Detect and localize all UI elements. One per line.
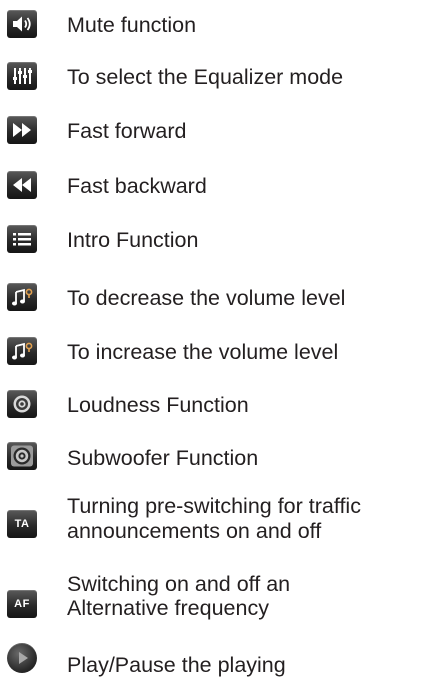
- item-label: Loudness Function: [67, 393, 249, 417]
- speaker-volume-icon: [7, 10, 37, 38]
- fast-forward-icon: [7, 116, 37, 144]
- af-badge-icon: AF: [7, 590, 37, 618]
- list-item: TA Turning pre-switching for traffic ann…: [0, 495, 432, 553]
- subwoofer-speaker-icon: [7, 442, 37, 470]
- item-label: Play/Pause the playing: [67, 653, 286, 677]
- music-note-volume-down-icon: [7, 283, 37, 311]
- list-item: Fast backward: [0, 169, 432, 201]
- music-note-volume-up-icon: [7, 337, 37, 365]
- item-label-line-1: Turning pre-switching for traffic: [67, 494, 361, 518]
- item-label-line-1: Switching on and off an: [67, 572, 291, 596]
- item-label: Subwoofer Function: [67, 446, 259, 470]
- item-label-line-2: announcements on and off: [67, 519, 322, 543]
- list-item: Intro Function: [0, 223, 432, 255]
- item-label: Intro Function: [67, 228, 199, 252]
- play-pause-icon: [7, 643, 37, 673]
- loudness-circle-icon: [7, 390, 37, 418]
- item-label: To select the Equalizer mode: [67, 65, 344, 89]
- list-item: To increase the volume level: [0, 335, 432, 367]
- equalizer-sliders-icon: [7, 62, 37, 90]
- list-item: Play/Pause the playing: [0, 643, 432, 681]
- list-icon: [7, 225, 37, 253]
- list-item: AF Switching on and off an Alternative f…: [0, 572, 432, 633]
- list-item: To select the Equalizer mode: [0, 60, 432, 92]
- list-item: Mute function: [0, 8, 432, 40]
- item-label-line-2: Alternative frequency: [67, 596, 269, 620]
- item-label: Mute function: [67, 13, 197, 37]
- item-label: To decrease the volume level: [67, 286, 346, 310]
- list-item: Subwoofer Function: [0, 441, 432, 473]
- list-item: Fast forward: [0, 114, 432, 146]
- list-item: Loudness Function: [0, 388, 432, 420]
- item-label: Fast forward: [67, 119, 187, 143]
- fast-backward-icon: [7, 171, 37, 199]
- ta-badge-icon: TA: [7, 510, 37, 538]
- list-item: To decrease the volume level: [0, 281, 432, 313]
- item-label: To increase the volume level: [67, 340, 339, 364]
- item-label: Fast backward: [67, 174, 207, 198]
